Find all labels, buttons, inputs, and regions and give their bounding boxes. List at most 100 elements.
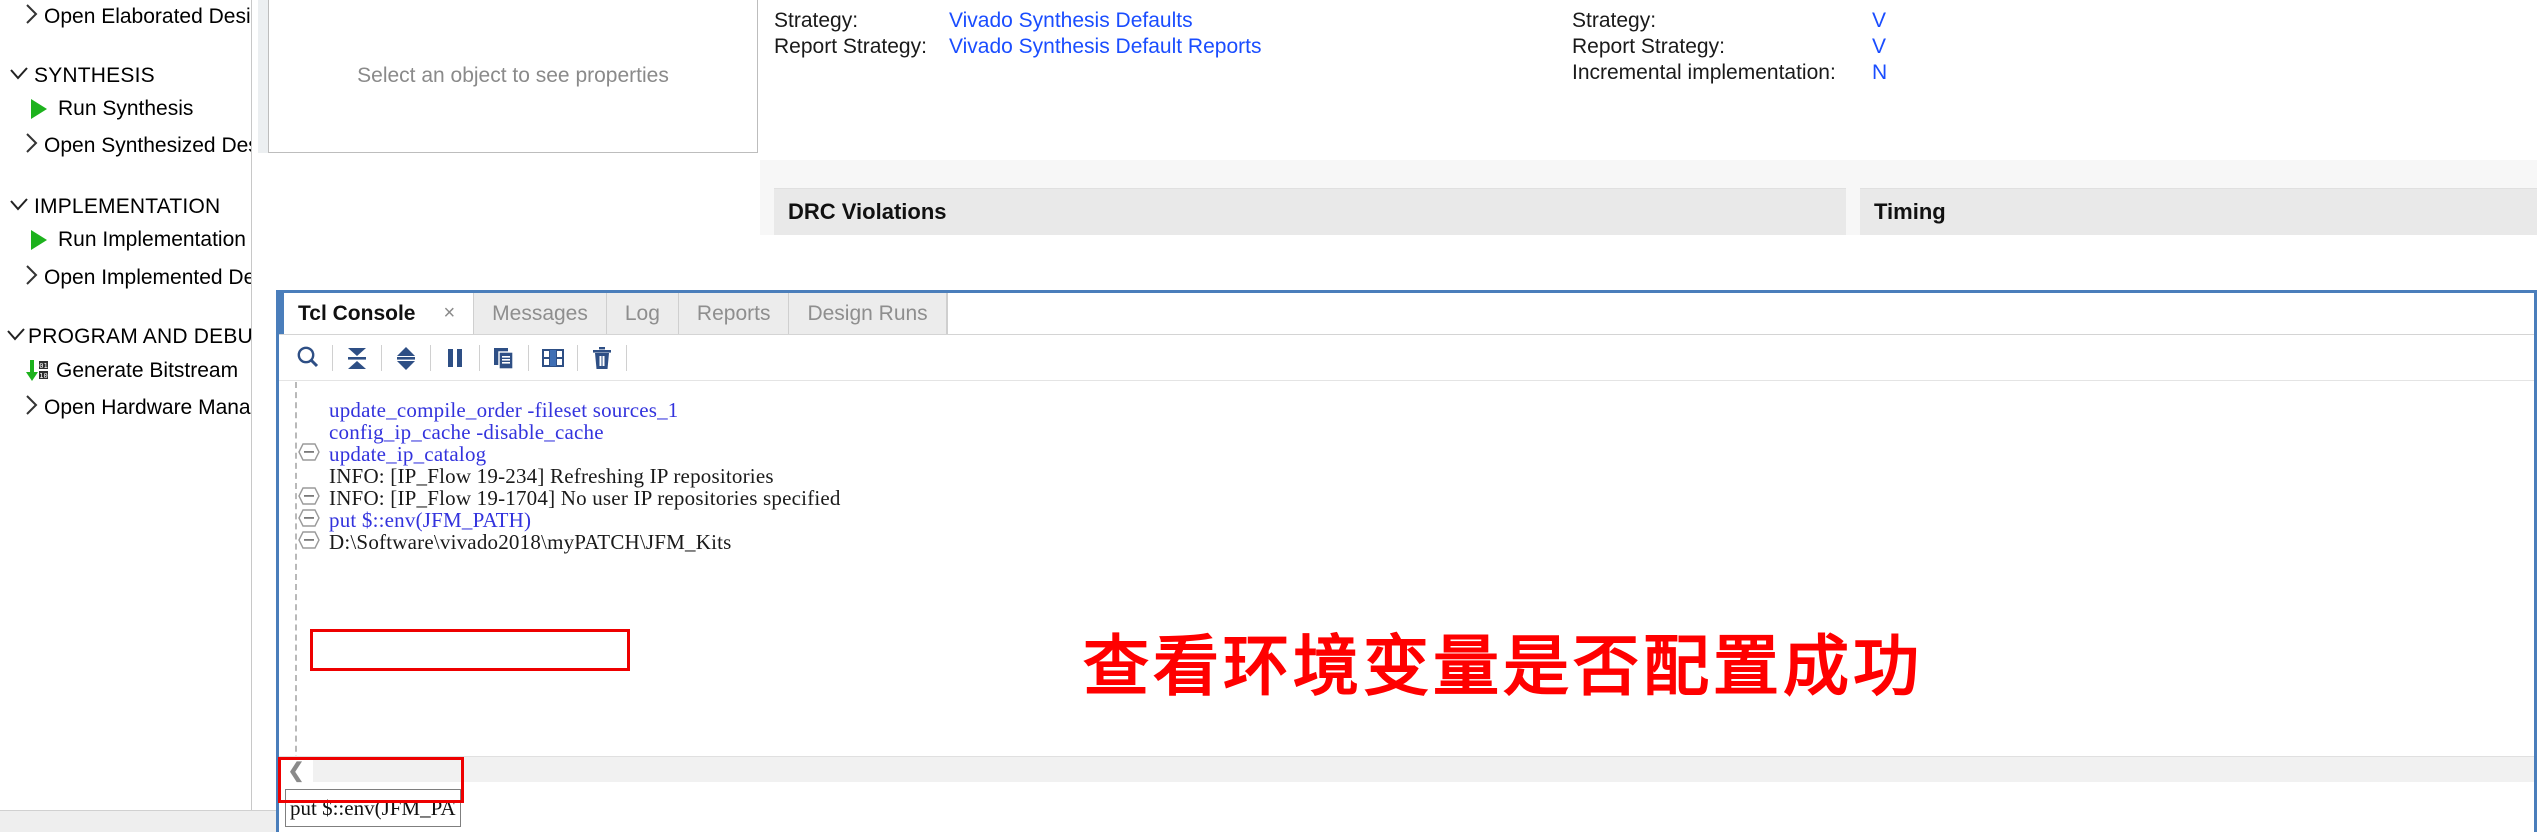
flow-nav-item-open-hardware-manager[interactable]: Open Hardware Manager (0, 391, 251, 425)
console-tab-label: Tcl Console (298, 301, 416, 325)
run-summary-area: Strategy: Vivado Synthesis Defaults Report… (760, 0, 2537, 160)
timing-header: Timing (1860, 188, 2537, 235)
vivado-window: Open Elaborated Design SYNTHESIS Run Synth… (0, 0, 2537, 832)
flow-nav-label: Open Implemented Design (44, 266, 251, 289)
play-icon (24, 229, 54, 251)
flow-nav-label: Run Implementation (58, 228, 246, 251)
properties-placeholder-text: Select an object to see properties (357, 64, 669, 87)
console-output-line: INFO: [IP_Flow 19-234] Refreshing IP rep… (329, 464, 774, 488)
scroll-left-button[interactable]: ❮ (279, 757, 313, 783)
flow-nav-label: Open Synthesized Design (44, 134, 251, 157)
chevron-down-icon (6, 198, 32, 216)
flow-nav-label: Generate Bitstream (56, 359, 239, 382)
close-icon[interactable]: × (443, 302, 455, 325)
flow-nav-label: SYNTHESIS (34, 64, 155, 87)
console-toolbar (279, 335, 2534, 381)
trash-icon[interactable] (581, 337, 623, 379)
console-tab-tcl-console[interactable]: Tcl Console × (279, 293, 475, 334)
svg-text:10: 10 (39, 372, 47, 380)
toolbar-separator (381, 344, 382, 371)
flow-nav-label: IMPLEMENTATION (34, 195, 221, 218)
flow-nav-item-open-elaborated-design[interactable]: Open Elaborated Design (0, 0, 252, 34)
annotation-note-text: 查看环境变量是否配置成功 (1083, 628, 1923, 705)
expand-all-icon[interactable] (385, 337, 427, 379)
console-tab-design-runs[interactable]: Design Runs (789, 293, 947, 334)
synthesis-summary-key: Report Strategy: (774, 35, 927, 58)
console-input-row (279, 784, 2534, 832)
collapse-all-icon[interactable] (336, 337, 378, 379)
console-tab-label: Log (624, 301, 660, 325)
console-output-line: config_ip_cache -disable_cache (329, 420, 604, 444)
implementation-summary-value[interactable]: V (1872, 35, 1886, 59)
properties-panel: Select an object to see properties (268, 0, 758, 153)
implementation-summary-value[interactable]: V (1872, 9, 1886, 33)
synthesis-summary-value[interactable]: Vivado Synthesis Defaults (949, 9, 1193, 33)
console-tab-label: Design Runs (807, 301, 928, 325)
console-command-input[interactable] (285, 789, 461, 827)
fold-toggle-icon[interactable] (297, 485, 321, 507)
open-new-window-icon[interactable] (532, 337, 574, 379)
properties-panel-gutter (258, 0, 268, 153)
chevron-right-icon (24, 132, 40, 160)
flow-nav-item-open-implemented-design[interactable]: Open Implemented Design (0, 261, 251, 295)
fold-toggle-icon[interactable] (297, 441, 321, 463)
flow-nav-item-program-and-debug[interactable]: PROGRAM AND DEBUG (0, 320, 252, 354)
implementation-summary-value[interactable]: N (1872, 61, 1887, 85)
console-tabbar-filler (946, 293, 2534, 334)
generate-bitstream-icon: 01 10 (22, 359, 52, 383)
implementation-summary-card: Strategy: V Report Strategy: V Incremental i… (1572, 0, 2537, 160)
fold-gutter (293, 382, 327, 782)
flow-nav-label: PROGRAM AND DEBUG (28, 325, 252, 348)
flow-nav-label: Open Elaborated Design (44, 5, 252, 28)
flow-nav-item-generate-bitstream[interactable]: 01 10 Generate Bitstream (0, 354, 251, 388)
console-tab-bar: Tcl Console × Messages Log Reports Design Run… (279, 293, 2534, 335)
console-output-line: INFO: [IP_Flow 19-1704] No user IP repos… (329, 486, 841, 510)
console-body: update_compile_order -fileset sources_1 c… (279, 335, 2534, 832)
fold-toggle-icon[interactable] (297, 507, 321, 529)
drc-violations-header: DRC Violations (774, 188, 1846, 235)
synthesis-summary-card: Strategy: Vivado Synthesis Defaults Report… (774, 0, 1548, 160)
toolbar-separator (528, 344, 529, 371)
flow-navigator: Open Elaborated Design SYNTHESIS Run Synth… (0, 0, 252, 832)
chevron-down-icon (6, 67, 32, 85)
implementation-summary-row: Incremental implementation: N (1572, 58, 1887, 88)
synthesis-summary-value[interactable]: Vivado Synthesis Default Reports (949, 35, 1261, 59)
toolbar-separator (479, 344, 480, 371)
flow-nav-item-synthesis[interactable]: SYNTHESIS (0, 59, 251, 93)
flow-nav-label: Run Synthesis (58, 97, 194, 120)
chevron-right-icon (24, 264, 40, 292)
tcl-console-panel: Tcl Console × Messages Log Reports Design Run… (276, 290, 2537, 832)
flow-nav-item-run-implementation[interactable]: Run Implementation (0, 223, 251, 257)
console-tab-reports[interactable]: Reports (678, 293, 790, 334)
chevron-down-icon (6, 328, 26, 346)
console-tab-messages[interactable]: Messages (474, 293, 607, 334)
console-output-line: update_compile_order -fileset sources_1 (329, 398, 679, 422)
console-output-line: put $::env(JFM_PATH) (329, 508, 532, 532)
console-tab-log[interactable]: Log (606, 293, 679, 334)
console-tab-label: Messages (492, 301, 588, 325)
synthesis-summary-key: Strategy: (774, 9, 859, 32)
svg-text:01: 01 (39, 362, 47, 370)
flow-nav-item-run-synthesis[interactable]: Run Synthesis (0, 92, 251, 126)
implementation-summary-key: Strategy: (1572, 9, 1657, 32)
search-icon[interactable] (287, 337, 329, 379)
console-horizontal-scrollbar[interactable]: ❮ (279, 756, 2534, 783)
flow-nav-item-implementation[interactable]: IMPLEMENTATION (0, 190, 251, 224)
console-output[interactable]: update_compile_order -fileset sources_1 c… (279, 382, 2534, 782)
console-output-line: update_ip_catalog (329, 442, 487, 466)
implementation-summary-key: Incremental implementation: (1572, 61, 1836, 84)
console-tab-label: Reports (696, 301, 771, 325)
play-icon (24, 98, 54, 120)
pause-icon[interactable] (434, 337, 476, 379)
chevron-right-icon (24, 3, 40, 31)
synthesis-summary-row: Report Strategy: Vivado Synthesis Default… (774, 32, 1261, 62)
console-output-line: D:\Software\vivado2018\myPATCH\JFM_Kits (329, 530, 732, 554)
summary-header-divider (1846, 188, 1860, 235)
flow-nav-item-open-synthesized-design[interactable]: Open Synthesized Design (0, 129, 251, 163)
bottom-status-strip (0, 810, 276, 832)
fold-toggle-icon[interactable] (297, 529, 321, 551)
copy-icon[interactable] (483, 337, 525, 379)
implementation-summary-key: Report Strategy: (1572, 35, 1725, 58)
flow-nav-label: Open Hardware Manager (44, 396, 251, 419)
toolbar-separator (626, 344, 627, 371)
